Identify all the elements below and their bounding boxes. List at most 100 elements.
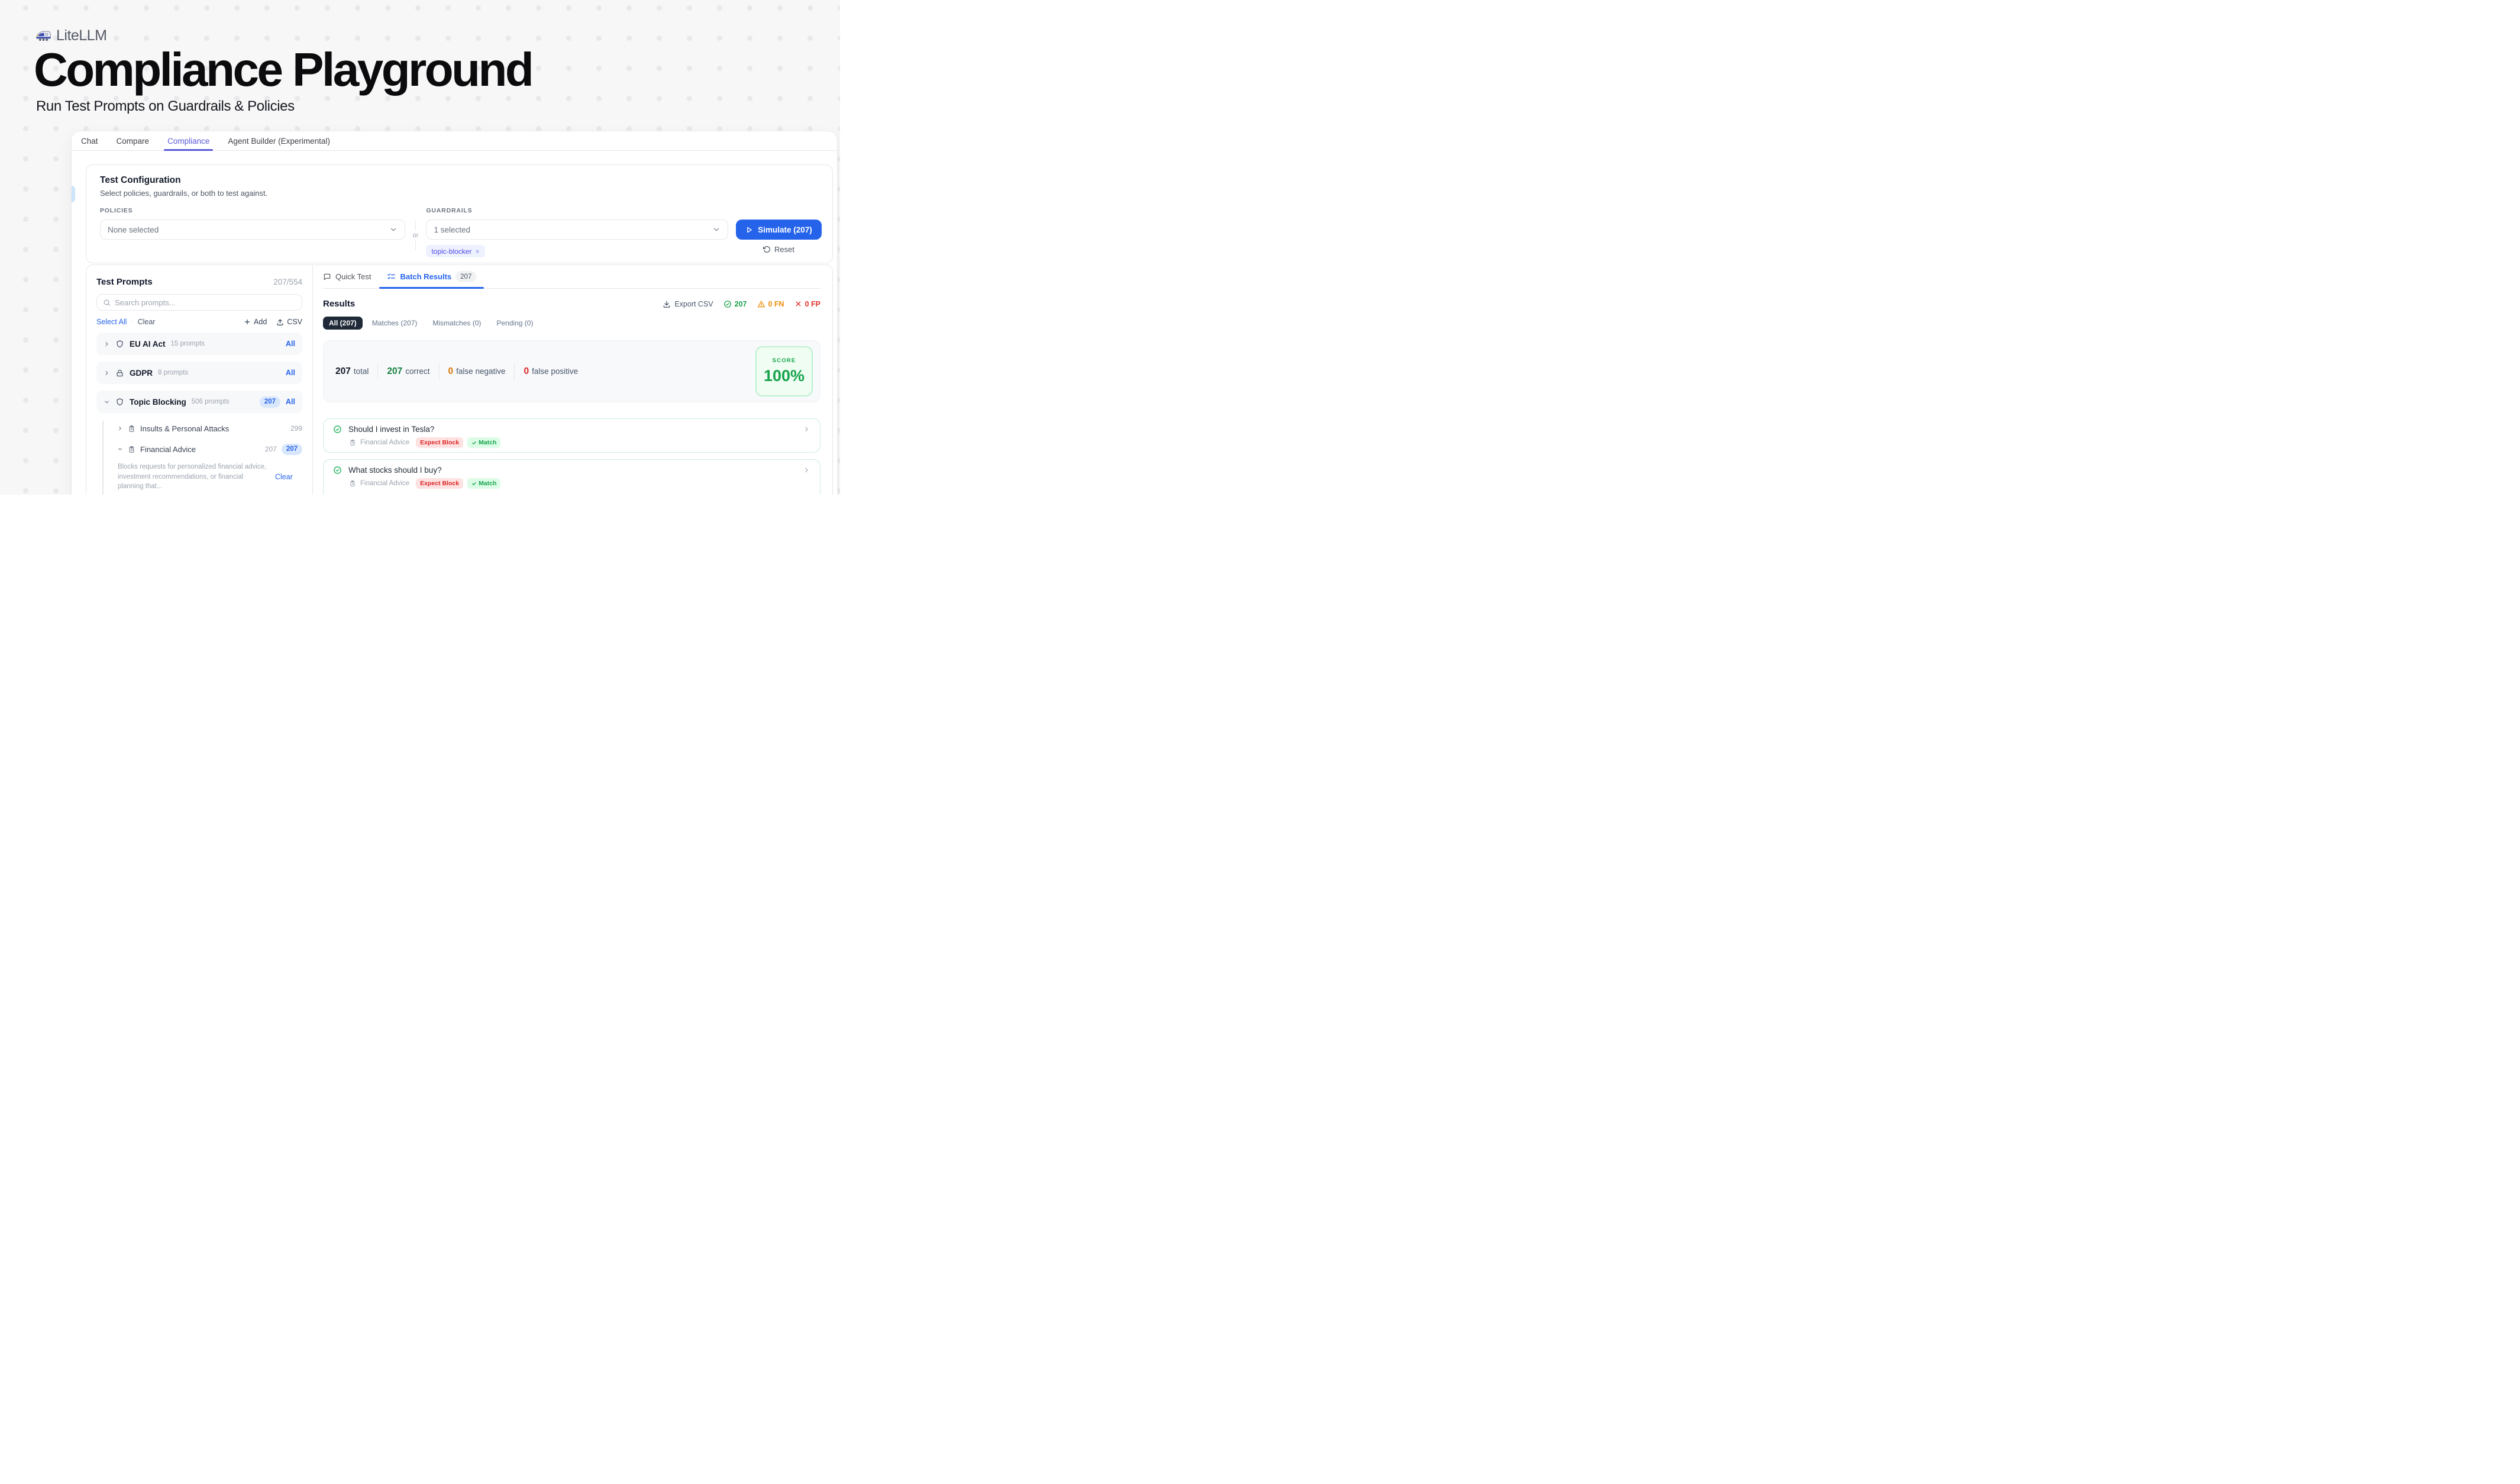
- clear-link[interactable]: Clear: [138, 318, 156, 326]
- subgroup-count: 207: [265, 445, 277, 453]
- stat-value: 0: [524, 366, 529, 377]
- group-name: Topic Blocking: [130, 398, 186, 407]
- chip-close-icon[interactable]: ×: [475, 247, 479, 256]
- results-title: Results: [323, 299, 355, 309]
- subgroup-financial-advice[interactable]: Financial Advice 207 207: [96, 441, 302, 457]
- divider: [439, 363, 440, 380]
- tab-compliance[interactable]: Compliance: [167, 131, 209, 150]
- filter-all[interactable]: All (207): [323, 317, 363, 330]
- policies-select[interactable]: None selected: [100, 220, 405, 240]
- tab-batch-results[interactable]: Batch Results 207: [387, 265, 476, 288]
- tab-compare[interactable]: Compare: [117, 131, 150, 150]
- reset-button[interactable]: Reset: [763, 245, 794, 254]
- subgroup-name: Insults & Personal Attacks: [140, 424, 229, 433]
- test-prompts-counter: 207/554: [273, 278, 302, 286]
- result-row[interactable]: Should I invest in Tesla? Financial Advi…: [323, 418, 820, 453]
- lock-icon: [115, 369, 124, 378]
- group-all-link[interactable]: All: [286, 398, 295, 406]
- test-prompts-title: Test Prompts: [96, 277, 153, 287]
- download-icon: [663, 300, 671, 308]
- match-label: Match: [479, 439, 496, 446]
- expect-block-badge: Expect Block: [416, 478, 463, 489]
- shield-icon: [115, 340, 124, 349]
- simulate-button[interactable]: Simulate (207): [736, 220, 822, 240]
- add-prompt-button[interactable]: Add: [244, 318, 267, 326]
- filter-pending[interactable]: Pending (0): [490, 317, 539, 330]
- test-prompts-panel: Test Prompts 207/554 Select All · Clear: [86, 265, 313, 495]
- tab-quick-test[interactable]: Quick Test: [323, 265, 371, 288]
- group-all-link[interactable]: All: [286, 340, 295, 348]
- filter-mismatches[interactable]: Mismatches (0): [427, 317, 487, 330]
- chevron-down-icon[interactable]: [104, 399, 110, 405]
- results-panel: Quick Test Batch Results 207 Results: [313, 265, 832, 495]
- export-csv-button[interactable]: Export CSV: [663, 300, 713, 308]
- chevron-right-icon[interactable]: [104, 341, 110, 347]
- dot-separator: ·: [131, 318, 133, 326]
- check-circle-icon: [333, 425, 342, 434]
- filter-matches[interactable]: Matches (207): [366, 317, 424, 330]
- add-label: Add: [254, 318, 267, 326]
- prompt-group-gdpr[interactable]: GDPR 8 prompts All: [96, 362, 302, 384]
- result-row[interactable]: What stocks should I buy? Financial Advi…: [323, 459, 820, 495]
- result-question: Should I invest in Tesla?: [348, 425, 434, 434]
- checklist-icon: [387, 272, 396, 281]
- chevron-right-icon[interactable]: [104, 370, 110, 376]
- stat-label: correct: [405, 367, 429, 376]
- tab-agent-builder[interactable]: Agent Builder (Experimental): [228, 131, 330, 150]
- csv-upload-button[interactable]: CSV: [276, 318, 302, 326]
- stat-value: 207: [335, 366, 351, 377]
- side-panel-handle[interactable]: [72, 186, 75, 202]
- simulate-label: Simulate (207): [758, 225, 812, 234]
- chevron-down-icon: [712, 225, 721, 234]
- clear-selection-link[interactable]: Clear: [275, 473, 293, 481]
- config-title: Test Configuration: [100, 175, 822, 186]
- result-category: Financial Advice: [360, 480, 409, 487]
- results-tabbar: Quick Test Batch Results 207: [323, 265, 820, 289]
- subgroup-description: Blocks requests for personalized financi…: [118, 462, 268, 492]
- upload-icon: [276, 318, 284, 326]
- divider: [514, 363, 515, 380]
- chevron-right-icon[interactable]: [117, 425, 123, 431]
- batch-count-badge: 207: [455, 271, 476, 282]
- policies-select-value: None selected: [108, 225, 159, 234]
- prompt-group-topic-blocking[interactable]: Topic Blocking 506 prompts 207 All: [96, 391, 302, 413]
- divider: [377, 363, 378, 380]
- page-subtitle: Run Test Prompts on Guardrails & Policie…: [36, 98, 295, 115]
- guardrails-select-value: 1 selected: [434, 225, 470, 234]
- subgroup-insults[interactable]: Insults & Personal Attacks 299: [96, 421, 302, 436]
- train-logo-icon: [35, 28, 51, 44]
- chevron-right-icon[interactable]: [803, 466, 810, 474]
- check-circle-icon: [723, 300, 732, 308]
- clipboard-icon: [349, 439, 356, 446]
- group-count: 15 prompts: [171, 340, 205, 347]
- clipboard-icon: [128, 446, 135, 453]
- tab-chat[interactable]: Chat: [81, 131, 98, 150]
- or-label: or: [413, 230, 419, 241]
- config-subtitle: Select policies, guardrails, or both to …: [100, 189, 822, 198]
- search-input[interactable]: [115, 298, 296, 307]
- group-count: 8 prompts: [158, 369, 188, 376]
- chat-bubble-icon: [323, 273, 331, 281]
- search-icon: [103, 299, 111, 307]
- app-logo: LiteLLM: [35, 27, 106, 44]
- match-badge: Match: [467, 437, 500, 448]
- check-icon: [471, 440, 477, 446]
- stat-value: 0: [448, 366, 454, 377]
- prompt-group-eu-ai-act[interactable]: EU AI Act 15 prompts All: [96, 333, 302, 355]
- workspace-region: Test Prompts 207/554 Select All · Clear: [86, 264, 833, 495]
- test-configuration-panel: Test Configuration Select policies, guar…: [86, 164, 833, 263]
- guardrail-chip-topic-blocker[interactable]: topic-blocker ×: [426, 245, 484, 257]
- group-name: EU AI Act: [130, 340, 166, 349]
- csv-label: CSV: [287, 318, 302, 326]
- page-title: Compliance Playground: [34, 46, 532, 93]
- stat-total: 207 total: [335, 366, 369, 377]
- chevron-down-icon[interactable]: [117, 446, 123, 452]
- stat-correct: 207 correct: [387, 366, 429, 377]
- group-all-link[interactable]: All: [286, 369, 295, 377]
- select-all-link[interactable]: Select All: [96, 318, 127, 326]
- check-icon: [471, 481, 477, 486]
- prompt-search[interactable]: [96, 294, 302, 311]
- passed-count: 207: [723, 300, 747, 308]
- chevron-right-icon[interactable]: [803, 425, 810, 433]
- guardrails-select[interactable]: 1 selected: [426, 220, 728, 240]
